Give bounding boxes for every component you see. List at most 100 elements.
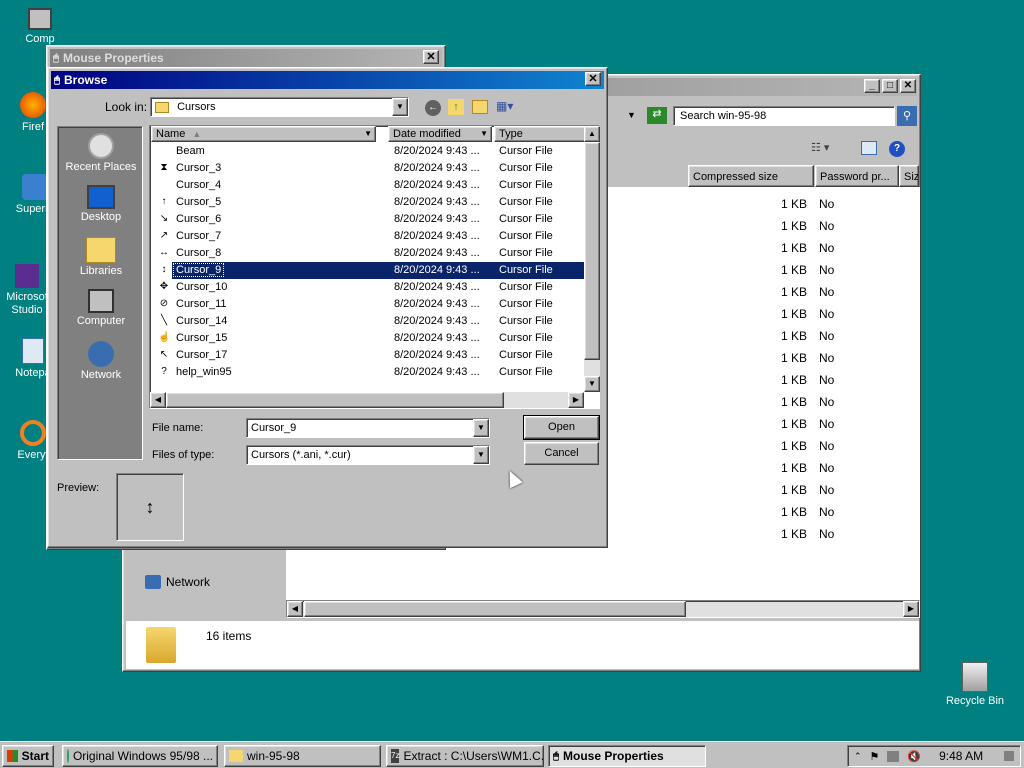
refresh-icon[interactable]: ⇄ bbox=[647, 107, 667, 124]
task-win-95-98[interactable]: win-95-98 bbox=[224, 745, 381, 767]
browse-titlebar[interactable]: 🖱 Browse ✕ bbox=[51, 71, 604, 89]
place-label: Computer bbox=[76, 315, 126, 327]
file-row[interactable]: ↑ Cursor_5 8/20/2024 9:43 ... Cursor File bbox=[150, 194, 586, 211]
scrollbar-thumb[interactable] bbox=[304, 601, 686, 617]
horizontal-scrollbar[interactable]: ◀ ▶ bbox=[150, 392, 584, 408]
file-name-cell: Cursor_7 bbox=[176, 230, 222, 242]
minimize-button[interactable]: _ bbox=[864, 79, 880, 93]
column-header-date[interactable]: Date modified ▼ bbox=[388, 126, 492, 142]
address-dropdown-icon[interactable]: ▼ bbox=[627, 110, 636, 120]
up-folder-icon[interactable]: ↑ bbox=[448, 99, 464, 115]
task-label: Mouse Properties bbox=[563, 749, 664, 763]
view-menu-icon[interactable]: ▦▾ bbox=[496, 99, 513, 113]
computer-icon bbox=[88, 289, 114, 313]
file-row[interactable]: ↔ Cursor_8 8/20/2024 9:43 ... Cursor File bbox=[150, 245, 586, 262]
task-mouse-properties[interactable]: 🖱 Mouse Properties bbox=[548, 745, 706, 767]
network-icon bbox=[145, 575, 161, 589]
task-original-windows[interactable]: Original Windows 95/98 ... bbox=[62, 745, 218, 767]
search-icon[interactable]: ⚲ bbox=[897, 106, 917, 126]
file-row[interactable]: ╲ Cursor_14 8/20/2024 9:43 ... Cursor File bbox=[150, 313, 586, 330]
file-name-input[interactable]: Cursor_9 ▼ bbox=[246, 418, 490, 438]
place-label: Libraries bbox=[79, 265, 123, 277]
mouse-icon: 🖱 bbox=[54, 74, 60, 86]
search-input[interactable]: Search win-95-98 bbox=[673, 106, 895, 126]
show-desktop-icon[interactable] bbox=[1004, 751, 1014, 761]
vertical-scrollbar[interactable]: ▲ ▼ bbox=[584, 126, 600, 392]
view-options-icon[interactable]: ☷ ▾ bbox=[811, 141, 829, 154]
preview-pane-icon[interactable] bbox=[861, 141, 877, 155]
firefox-icon bbox=[20, 92, 46, 118]
type-cell: Cursor File bbox=[499, 315, 553, 327]
column-header-compressed-size[interactable]: Compressed size bbox=[688, 165, 814, 187]
file-row[interactable]: ↗ Cursor_7 8/20/2024 9:43 ... Cursor File bbox=[150, 228, 586, 245]
back-icon[interactable]: ← bbox=[425, 100, 441, 116]
flag-icon[interactable]: ⚑ bbox=[870, 750, 880, 763]
password-protected-cell: No bbox=[819, 527, 835, 541]
chevron-down-icon[interactable]: ▼ bbox=[480, 129, 488, 138]
scrollbar-up-button[interactable]: ▲ bbox=[584, 126, 600, 142]
cursor-file-icon: ↗ bbox=[159, 230, 169, 241]
task-extract[interactable]: 7z Extract : C:\Users\WM1.C... bbox=[386, 745, 544, 767]
clock[interactable]: 9:48 AM bbox=[939, 749, 983, 763]
place-network[interactable]: Network bbox=[58, 341, 144, 381]
place-recent-places[interactable]: Recent Places bbox=[58, 133, 144, 173]
desktop-icon-recycle-bin[interactable]: Recycle Bin bbox=[940, 662, 1010, 708]
file-row[interactable]: ☝ Cursor_15 8/20/2024 9:43 ... Cursor File bbox=[150, 330, 586, 347]
scrollbar-left-button[interactable]: ◀ bbox=[150, 392, 166, 408]
taskbar: Start Original Windows 95/98 ... win-95-… bbox=[0, 741, 1024, 768]
place-desktop[interactable]: Desktop bbox=[58, 185, 144, 223]
file-row[interactable]: ↕ Cursor_9 8/20/2024 9:43 ... Cursor File bbox=[162, 262, 584, 279]
maximize-button[interactable]: □ bbox=[882, 79, 898, 93]
help-icon[interactable]: ? bbox=[889, 141, 905, 157]
mouse-properties-titlebar[interactable]: 🖱 Mouse Properties ✕ bbox=[50, 49, 442, 67]
file-row[interactable]: ↖ Cursor_17 8/20/2024 9:43 ... Cursor File bbox=[150, 347, 586, 364]
column-header-size[interactable]: Size bbox=[899, 165, 919, 187]
file-type-select[interactable]: Cursors (*.ani, *.cur) ▼ bbox=[246, 445, 490, 465]
volume-muted-icon[interactable]: 🔇 bbox=[907, 750, 921, 763]
browse-dialog[interactable]: 🖱 Browse ✕ Look in: Cursors ▼ ← ↑ ▦▾ Rec… bbox=[47, 67, 608, 548]
column-header-password-protected[interactable]: Password pr... bbox=[815, 165, 899, 187]
column-header-name[interactable]: Name ▲ ▼ bbox=[151, 126, 376, 142]
cursor-file-icon: ⊘ bbox=[159, 298, 169, 309]
date-modified-cell: 8/20/2024 9:43 ... bbox=[394, 315, 480, 327]
compressed-size-cell: 1 KB bbox=[780, 219, 807, 233]
scrollbar-left-button[interactable]: ◀ bbox=[287, 601, 303, 617]
close-button[interactable]: ✕ bbox=[900, 79, 916, 93]
scrollbar-right-button[interactable]: ▶ bbox=[903, 601, 919, 617]
desktop-icon-computer[interactable]: Comp bbox=[5, 8, 75, 46]
cursor-file-icon: ↔ bbox=[159, 247, 169, 258]
scrollbar-down-button[interactable]: ▼ bbox=[584, 376, 600, 392]
network-icon[interactable] bbox=[887, 750, 900, 762]
chevron-down-icon[interactable]: ▼ bbox=[364, 129, 372, 138]
file-row[interactable]: ⧗ Cursor_3 8/20/2024 9:43 ... Cursor File bbox=[150, 160, 586, 177]
file-list[interactable]: Name ▲ ▼ Date modified ▼ Type Beam 8/20/2… bbox=[149, 125, 600, 409]
close-button[interactable]: ✕ bbox=[423, 50, 439, 64]
file-row[interactable]: Beam 8/20/2024 9:43 ... Cursor File bbox=[150, 143, 586, 160]
column-header-type[interactable]: Type bbox=[494, 126, 586, 142]
start-button[interactable]: Start bbox=[2, 745, 54, 767]
nav-network[interactable]: Network bbox=[145, 575, 210, 589]
cancel-button[interactable]: Cancel bbox=[524, 442, 599, 465]
chevron-down-icon[interactable]: ▼ bbox=[473, 419, 489, 437]
file-row[interactable]: ⊘ Cursor_11 8/20/2024 9:43 ... Cursor File bbox=[150, 296, 586, 313]
horizontal-scrollbar[interactable]: ◀ ▶ bbox=[286, 600, 920, 618]
file-row[interactable]: ? help_win95 8/20/2024 9:43 ... Cursor File bbox=[150, 364, 586, 381]
place-computer[interactable]: Computer bbox=[58, 289, 144, 327]
file-name-cell: Cursor_14 bbox=[176, 315, 228, 327]
place-libraries[interactable]: Libraries bbox=[58, 237, 144, 277]
compressed-size-cell: 1 KB bbox=[780, 373, 807, 387]
look-in-select[interactable]: Cursors ▼ bbox=[150, 97, 409, 117]
network-icon bbox=[88, 341, 114, 367]
new-folder-icon[interactable] bbox=[472, 100, 488, 114]
scrollbar-thumb[interactable] bbox=[584, 142, 600, 360]
chevron-down-icon[interactable]: ▼ bbox=[473, 446, 489, 464]
close-button[interactable]: ✕ bbox=[585, 72, 601, 86]
chevron-down-icon[interactable]: ▼ bbox=[392, 98, 408, 116]
open-button[interactable]: Open bbox=[523, 415, 600, 440]
scrollbar-right-button[interactable]: ▶ bbox=[568, 392, 584, 408]
chevron-up-icon[interactable]: ⌃ bbox=[854, 751, 862, 762]
file-row[interactable]: ✥ Cursor_10 8/20/2024 9:43 ... Cursor File bbox=[150, 279, 586, 296]
scrollbar-thumb[interactable] bbox=[166, 392, 504, 408]
file-row[interactable]: Cursor_4 8/20/2024 9:43 ... Cursor File bbox=[150, 177, 586, 194]
file-row[interactable]: ↘ Cursor_6 8/20/2024 9:43 ... Cursor File bbox=[150, 211, 586, 228]
